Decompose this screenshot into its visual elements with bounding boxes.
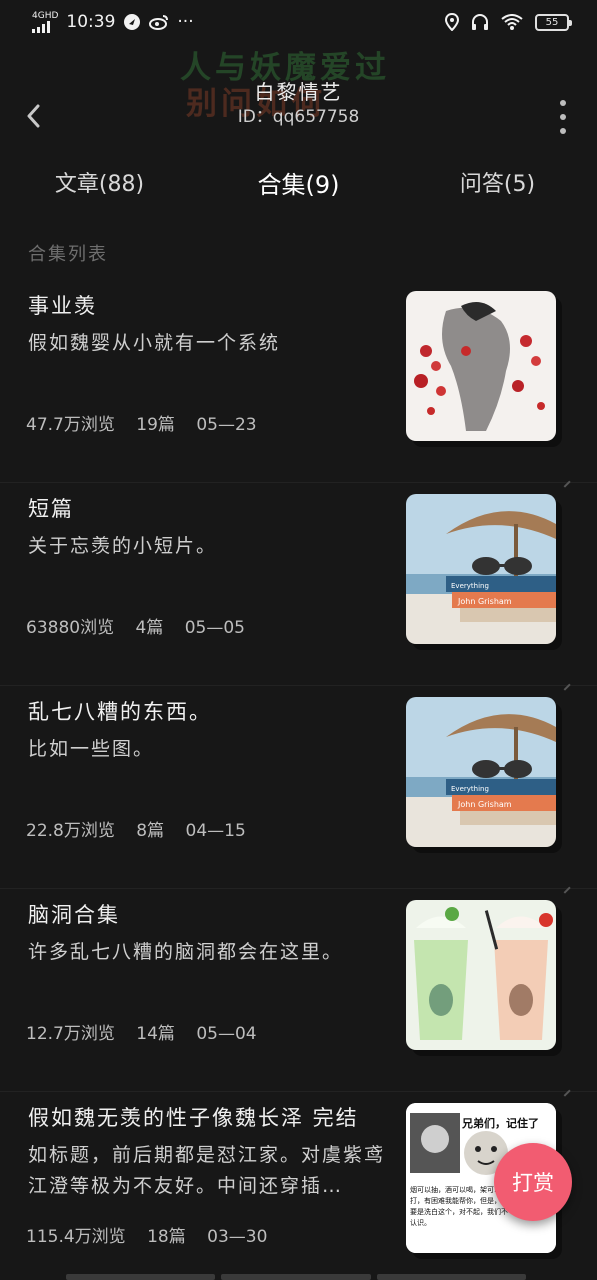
collection-date: 05—05	[184, 618, 245, 638]
collection-date: 05—23	[196, 415, 257, 435]
bottom-nav-hint	[66, 1274, 526, 1280]
collection-desc: 关于忘羡的小短片。	[28, 535, 218, 557]
collection-count: 14篇	[136, 1024, 175, 1044]
collection-list: 事业羡 假如魏婴从小就有一个系统 47.7万浏览 19篇 05—23 短篇 关于…	[0, 280, 597, 1280]
collection-meta: 47.7万浏览 19篇 05—23	[26, 410, 273, 435]
collection-item[interactable]: 事业羡 假如魏婴从小就有一个系统 47.7万浏览 19篇 05—23	[0, 280, 597, 488]
collection-count: 19篇	[136, 415, 175, 435]
book-spine-2: John Grisham	[457, 800, 512, 809]
collection-item[interactable]: 短篇 关于忘羡的小短片。 63880浏览 4篇 05—05 Everything…	[0, 483, 597, 691]
collection-meta: 63880浏览 4篇 05—05	[26, 613, 261, 638]
book-spine-1: Everything	[451, 582, 489, 590]
wifi-icon	[501, 14, 523, 30]
tab-collections[interactable]: 合集(9)	[199, 160, 398, 210]
weibo-icon	[149, 14, 169, 30]
user-id: ID：qq657758	[237, 107, 360, 127]
collection-date: 05—04	[196, 1024, 257, 1044]
collection-desc: 如标题，前后期都是怼江家。对虞紫鸢江澄等极为不友好。中间还穿插…	[28, 1144, 386, 1197]
more-notifications-icon: ···	[177, 12, 194, 32]
collection-cover-image	[406, 900, 556, 1050]
collection-views: 12.7万浏览	[26, 1024, 115, 1044]
collection-count: 4篇	[135, 618, 164, 638]
collection-views: 22.8万浏览	[26, 821, 115, 841]
collection-meta: 12.7万浏览 14篇 05—04	[26, 1019, 273, 1044]
app-notification-icon	[123, 13, 141, 31]
more-dot-icon	[560, 100, 566, 106]
collection-date: 03—30	[207, 1227, 268, 1247]
collection-title: 假如魏无羡的性子像魏长泽 完结	[28, 1106, 359, 1130]
clock: 10:39	[66, 12, 116, 32]
collection-cover-image: Everything John Grisham	[406, 494, 556, 644]
tip-button[interactable]: 打赏	[494, 1143, 572, 1221]
collection-count: 8篇	[136, 821, 165, 841]
collection-title: 脑洞合集	[28, 903, 120, 927]
collection-views: 47.7万浏览	[26, 415, 115, 435]
headphones-icon	[471, 13, 489, 31]
meme-caption: 兄弟们，记住了	[461, 1116, 539, 1130]
location-icon	[445, 13, 459, 31]
collection-cover-image: Everything John Grisham	[406, 697, 556, 847]
profile-tabs: 文章(88) 合集(9) 问答(5)	[0, 160, 597, 210]
user-name: 白黎情艺	[254, 80, 343, 104]
section-title: 合集列表	[28, 244, 108, 265]
more-dot-icon	[560, 114, 566, 120]
collection-date: 04—15	[185, 821, 246, 841]
collection-views: 63880浏览	[26, 618, 115, 638]
profile-header: 人与妖魔爱过 别问如何 白黎情艺 ID：qq657758	[0, 44, 597, 144]
book-spine-2: John Grisham	[457, 597, 512, 606]
tab-articles[interactable]: 文章(88)	[0, 160, 199, 210]
collection-title: 乱七八糟的东西。	[28, 700, 212, 724]
signal-icon	[32, 20, 50, 33]
collection-meta: 22.8万浏览 8篇 04—15	[26, 816, 262, 841]
more-dot-icon	[560, 128, 566, 134]
collection-count: 18篇	[147, 1227, 186, 1247]
book-spine-1: Everything	[451, 785, 489, 793]
network-type: 4GHD	[32, 10, 59, 21]
collection-item[interactable]: 乱七八糟的东西。 比如一些图。 22.8万浏览 8篇 04—15 Everyth…	[0, 686, 597, 894]
collection-item[interactable]: 脑洞合集 许多乱七八糟的脑洞都会在这里。 12.7万浏览 14篇 05—04	[0, 889, 597, 1097]
collection-title: 事业羡	[28, 294, 97, 318]
collection-meta: 115.4万浏览 18篇 03—30	[26, 1222, 283, 1247]
tab-qa[interactable]: 问答(5)	[398, 160, 597, 210]
more-options-button[interactable]	[551, 100, 575, 134]
collection-desc: 许多乱七八糟的脑洞都会在这里。	[28, 941, 344, 963]
collection-cover-image	[406, 291, 556, 441]
collection-desc: 比如一些图。	[28, 738, 155, 760]
status-bar: 4GHD 10:39 ··· 55	[0, 0, 597, 44]
collection-desc: 假如魏婴从小就有一个系统	[28, 332, 281, 354]
collection-title: 短篇	[28, 497, 74, 521]
signal-indicator: 4GHD	[32, 10, 59, 33]
battery-icon: 55	[535, 13, 572, 31]
collection-views: 115.4万浏览	[26, 1227, 126, 1247]
